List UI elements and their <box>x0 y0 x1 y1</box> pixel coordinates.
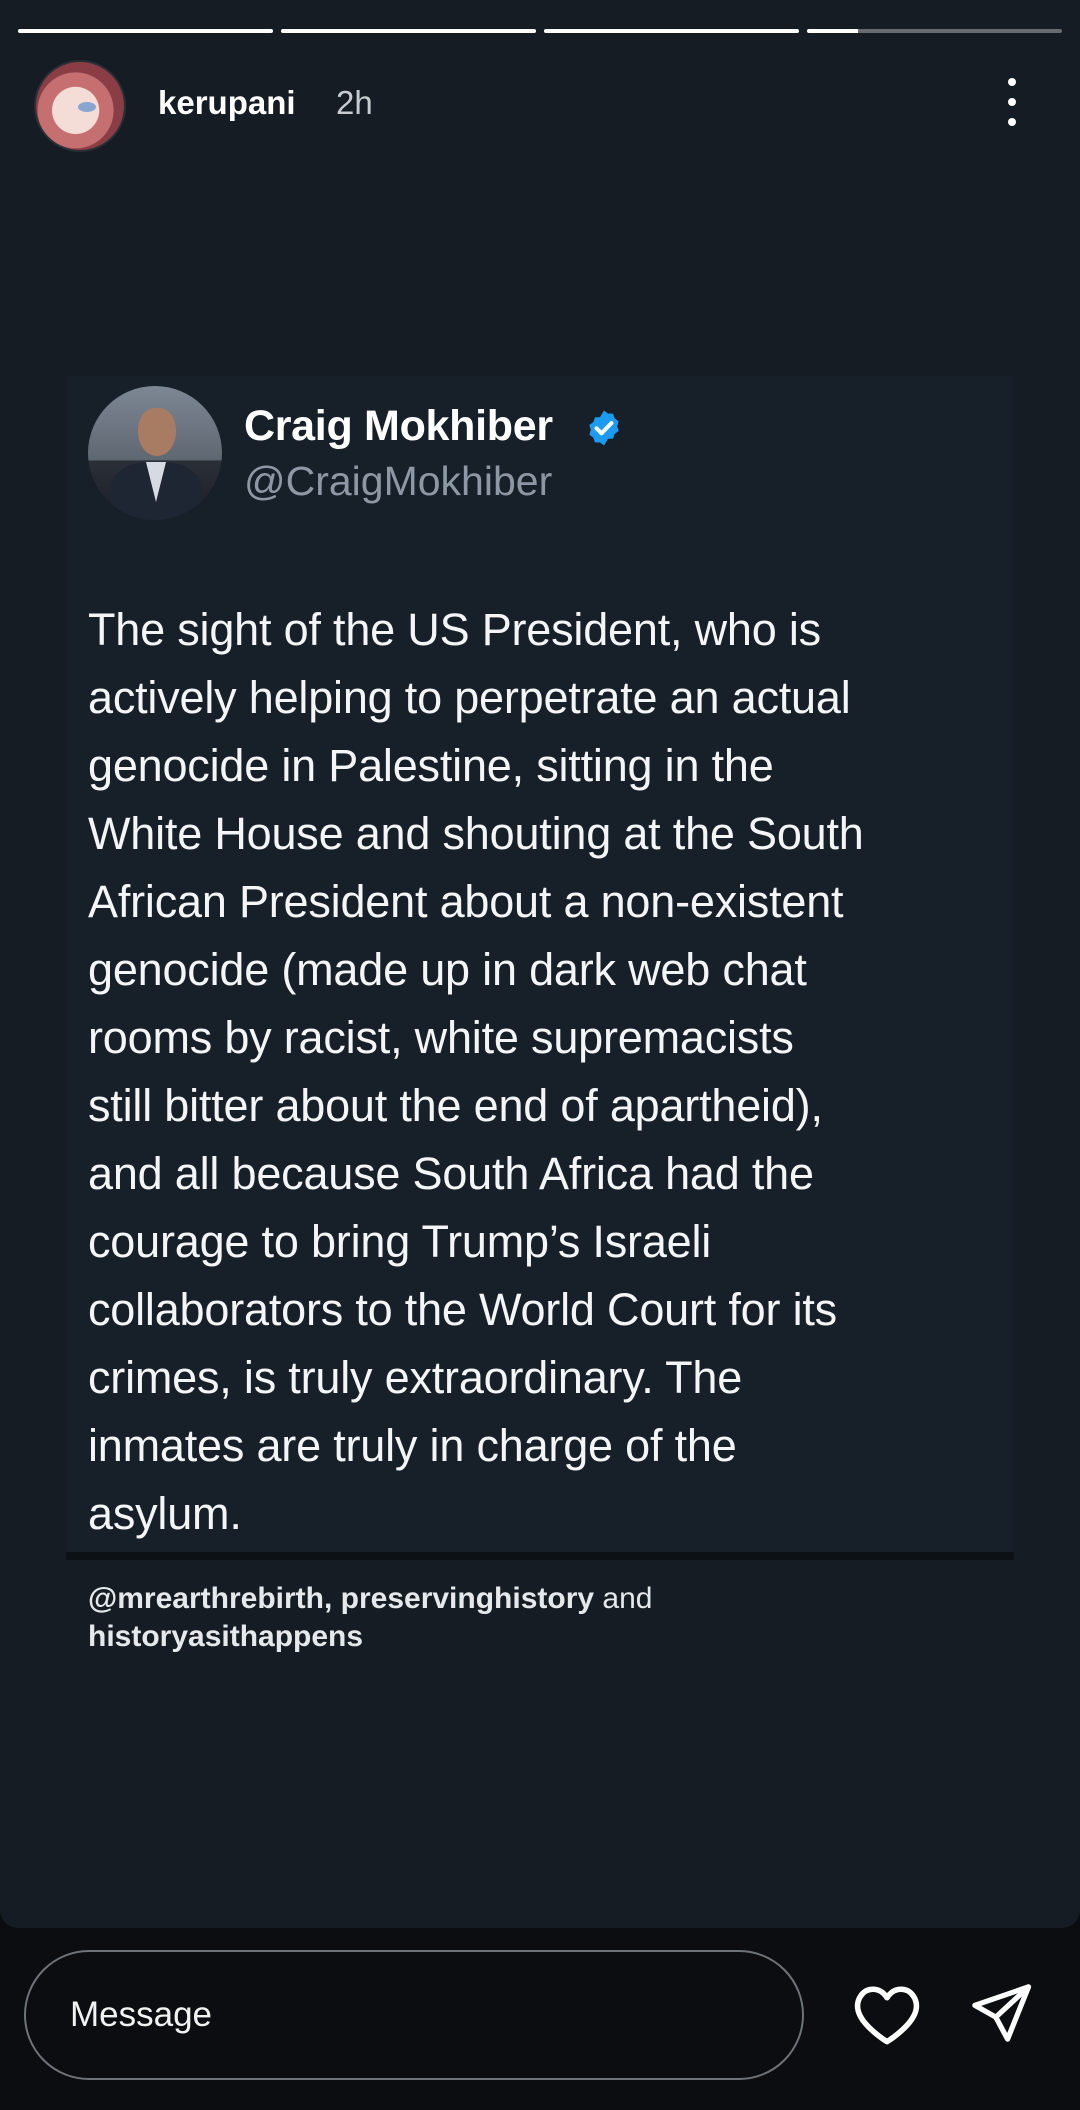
tweet-line: The sight of the US President, who is <box>88 604 821 655</box>
message-input[interactable]: Message <box>24 1950 804 2080</box>
progress-segment <box>544 29 799 33</box>
tweet-author-avatar <box>88 386 222 520</box>
tweet-line: courage to bring Trump’s Israeli <box>88 1216 712 1267</box>
tweet-line: genocide in Palestine, sitting in the <box>88 740 774 791</box>
story-progress-bar <box>18 29 1062 34</box>
tweet-line: still bitter about the end of apartheid)… <box>88 1080 823 1131</box>
tweet-line: actively helping to perpetrate an actual <box>88 672 851 723</box>
tweet-author-name: Craig Mokhiber <box>244 402 553 450</box>
tweet-line: and all because South Africa had the <box>88 1148 814 1199</box>
progress-fill <box>18 29 273 33</box>
progress-fill <box>807 29 858 33</box>
tweet-line: White House and shouting at the South <box>88 808 864 859</box>
send-icon[interactable] <box>966 1980 1036 2046</box>
tweet-text: The sight of the US President, who is ac… <box>88 596 998 1548</box>
story-viewer[interactable]: kerupani 2h Craig Mokhiber @CraigMokhibe… <box>0 0 1080 1928</box>
heart-icon[interactable] <box>852 1982 922 2046</box>
mention-name[interactable]: historyasithappens <box>88 1620 363 1653</box>
tweet-line: crimes, is truly extraordinary. The <box>88 1352 743 1403</box>
user-avatar[interactable] <box>34 60 126 152</box>
mention-names[interactable]: @mrearthrebirth, preservinghistory <box>88 1582 594 1615</box>
progress-fill <box>544 29 799 33</box>
tweet-line: inmates are truly in charge of the <box>88 1420 737 1471</box>
progress-segment <box>281 29 536 33</box>
tweet-line: genocide (made up in dark web chat <box>88 944 807 995</box>
username[interactable]: kerupani <box>158 84 296 122</box>
more-vertical-icon[interactable] <box>1000 78 1024 126</box>
message-placeholder: Message <box>70 1995 213 2034</box>
progress-segment <box>807 29 1062 33</box>
mention-connector: and <box>594 1582 653 1615</box>
tweet-line: African President about a non-existent <box>88 876 844 927</box>
tweet-author-handle: @CraigMokhiber <box>244 458 553 504</box>
tweet-line: collaborators to the World Court for its <box>88 1284 837 1335</box>
story-mentions[interactable]: @mrearthrebirth, preservinghistory and h… <box>88 1580 948 1656</box>
verified-badge-icon <box>589 410 619 446</box>
tweet-line: asylum. <box>88 1488 242 1539</box>
progress-segment <box>18 29 273 33</box>
progress-fill <box>281 29 536 33</box>
tweet-card-divider <box>66 1552 1014 1560</box>
post-time: 2h <box>336 84 373 121</box>
tweet-line: rooms by racist, white supremacists <box>88 1012 794 1063</box>
